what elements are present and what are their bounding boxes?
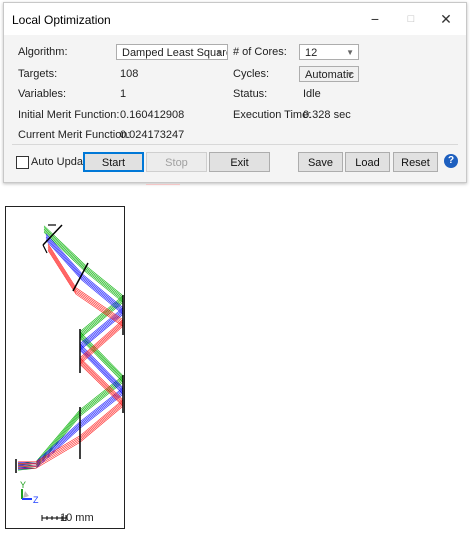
variables-label: Variables: (18, 88, 67, 100)
divider (12, 144, 458, 145)
cycles-select[interactable]: Automatic ▼ (299, 66, 359, 82)
algorithm-value: Damped Least Squares (122, 47, 228, 59)
ray-line (17, 225, 124, 465)
targets-value: 108 (120, 68, 139, 80)
chevron-down-icon: ▼ (215, 48, 223, 57)
axis-plane-icon (23, 491, 29, 498)
decorative-line (146, 184, 180, 185)
execution-time-label: Execution Time: (233, 109, 312, 121)
auto-update-checkbox[interactable] (16, 156, 29, 169)
initial-merit-value: 0.160412908 (120, 109, 185, 121)
help-icon[interactable]: ? (444, 154, 458, 168)
cores-label: # of Cores: (233, 46, 287, 58)
algorithm-label: Algorithm: (18, 46, 68, 58)
maximize-button[interactable]: □ (396, 9, 426, 29)
close-button[interactable]: ✕ (431, 9, 461, 29)
current-merit-label: Current Merit Function: (18, 129, 131, 141)
load-button[interactable]: Load (345, 152, 390, 172)
algorithm-select[interactable]: Damped Least Squares ▼ (116, 44, 228, 60)
variables-value: 1 (120, 88, 127, 100)
start-button[interactable]: Start (83, 152, 144, 172)
execution-time-value: 0.328 sec (303, 109, 351, 121)
ray-line (17, 230, 124, 469)
layout-plot: Y Z (5, 206, 125, 529)
exit-button[interactable]: Exit (209, 152, 270, 172)
stop-button[interactable]: Stop (146, 152, 207, 172)
ray-line (17, 231, 124, 471)
cores-select[interactable]: 12 ▼ (299, 44, 359, 60)
current-merit-value: 0.024173247 (120, 129, 185, 141)
chevron-down-icon: ▼ (346, 48, 354, 57)
title-bar: Local Optimization − □ ✕ (4, 3, 466, 35)
ray-line (17, 233, 124, 464)
targets-label: Targets: (18, 68, 58, 80)
status-label: Status: (233, 88, 268, 100)
cores-value: 12 (305, 47, 318, 59)
minimize-button[interactable]: − (360, 9, 390, 29)
ray-trace-diagram: Y Z (15, 224, 124, 521)
scale-label: 10 mm (60, 512, 94, 524)
optical-element (42, 244, 48, 254)
save-button[interactable]: Save (298, 152, 343, 172)
ray-line (17, 227, 124, 466)
local-optimization-dialog: Local Optimization − □ ✕ Algorithm: Damp… (3, 2, 467, 183)
ray-line (18, 243, 124, 463)
window-title: Local Optimization (12, 13, 111, 27)
axis-z-label: Z (33, 495, 39, 505)
reset-button[interactable]: Reset (393, 152, 438, 172)
initial-merit-label: Initial Merit Function: (18, 109, 120, 121)
axis-y-label: Y (20, 480, 26, 490)
cycles-label: Cycles: (233, 68, 270, 80)
ray-line (17, 228, 124, 468)
status-value: Idle (303, 88, 321, 100)
chevron-down-icon: ▼ (346, 70, 354, 79)
